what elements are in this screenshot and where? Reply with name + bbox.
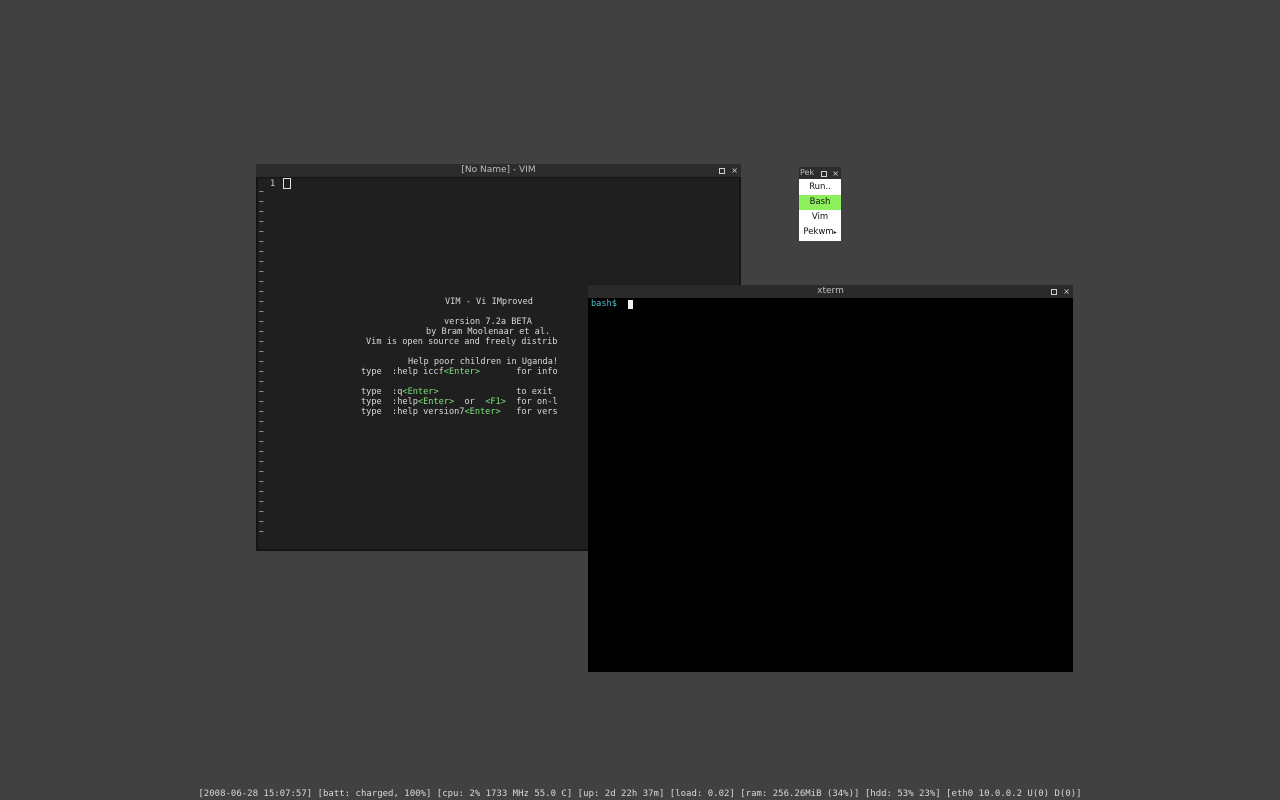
- vim-intro-version7: type :help version7<Enter> for vers: [361, 407, 558, 417]
- vim-intro-version: version 7.2a BETA: [444, 317, 532, 327]
- maximize-icon[interactable]: [1051, 288, 1058, 295]
- menu-item-run[interactable]: Run..: [799, 180, 841, 195]
- vim-intro-help-iccf: type :help iccf<Enter> for info: [361, 367, 558, 377]
- tilde-marker: ~: [259, 287, 264, 296]
- line-number: 1: [270, 179, 276, 189]
- tilde-marker: ~: [259, 437, 264, 446]
- menu-item-vim[interactable]: Vim: [799, 210, 841, 225]
- tilde-marker: ~: [259, 217, 264, 226]
- tilde-marker: ~: [259, 267, 264, 276]
- maximize-icon[interactable]: [821, 170, 828, 177]
- tilde-marker: ~: [259, 327, 264, 336]
- tilde-marker: ~: [259, 247, 264, 256]
- shell-prompt: bash$: [591, 299, 623, 309]
- tilde-marker: ~: [259, 507, 264, 516]
- vim-intro-help: type :help<Enter> or <F1> for on-l: [361, 397, 558, 407]
- tilde-marker: ~: [259, 497, 264, 506]
- vim-cursor: [283, 178, 291, 189]
- vim-intro-quit: type :q<Enter> to exit: [361, 387, 553, 397]
- tilde-marker: ~: [259, 277, 264, 286]
- xterm-title: xterm: [817, 286, 844, 296]
- tilde-marker: ~: [259, 237, 264, 246]
- tilde-marker: ~: [259, 447, 264, 456]
- tilde-marker: ~: [259, 367, 264, 376]
- tilde-marker: ~: [259, 197, 264, 206]
- terminal-cursor: [628, 300, 633, 309]
- vim-intro-license: Vim is open source and freely distrib: [366, 337, 558, 347]
- xterm-window[interactable]: xterm × bash$: [588, 285, 1073, 672]
- tilde-marker: ~: [259, 397, 264, 406]
- vim-title: [No Name] - VIM: [461, 165, 536, 175]
- maximize-icon[interactable]: [719, 167, 726, 174]
- tilde-marker: ~: [259, 457, 264, 466]
- tilde-marker: ~: [259, 427, 264, 436]
- menu-titlebar[interactable]: Pek ×: [799, 167, 841, 179]
- tilde-marker: ~: [259, 387, 264, 396]
- tilde-marker: ~: [259, 337, 264, 346]
- tilde-marker: ~: [259, 467, 264, 476]
- tilde-marker: ~: [259, 307, 264, 316]
- vim-titlebar[interactable]: [No Name] - VIM ×: [256, 164, 741, 177]
- tilde-marker: ~: [259, 357, 264, 366]
- tilde-marker: ~: [259, 487, 264, 496]
- close-icon[interactable]: ×: [1063, 285, 1070, 298]
- tilde-marker: ~: [259, 187, 264, 196]
- submenu-arrow-icon: ▸: [833, 229, 837, 236]
- xterm-titlebar[interactable]: xterm ×: [588, 285, 1073, 298]
- vim-intro-uganda: Help poor children in Uganda!: [408, 357, 559, 367]
- vim-intro-author: by Bram Moolenaar et al.: [426, 327, 551, 337]
- close-icon[interactable]: ×: [832, 167, 839, 180]
- menu-item-pekwm[interactable]: Pekwm▸: [799, 225, 841, 240]
- tilde-marker: ~: [259, 347, 264, 356]
- tilde-marker: ~: [259, 477, 264, 486]
- tilde-marker: ~: [259, 317, 264, 326]
- tilde-marker: ~: [259, 417, 264, 426]
- tilde-marker: ~: [259, 527, 264, 536]
- pekwm-menu[interactable]: Pek × Run.. Bash Vim Pekwm▸: [799, 167, 841, 241]
- tilde-marker: ~: [259, 207, 264, 216]
- menu-title: Pek: [800, 168, 815, 177]
- close-icon[interactable]: ×: [731, 164, 738, 177]
- tilde-marker: ~: [259, 227, 264, 236]
- vim-intro-title: VIM - Vi IMproved: [445, 297, 533, 307]
- tilde-marker: ~: [259, 257, 264, 266]
- status-bar: [2008-06-28 15:07:57] [batt: charged, 10…: [198, 789, 1082, 799]
- tilde-marker: ~: [259, 407, 264, 416]
- tilde-marker: ~: [259, 297, 264, 306]
- tilde-marker: ~: [259, 517, 264, 526]
- tilde-marker: ~: [259, 377, 264, 386]
- menu-item-bash[interactable]: Bash: [799, 195, 841, 210]
